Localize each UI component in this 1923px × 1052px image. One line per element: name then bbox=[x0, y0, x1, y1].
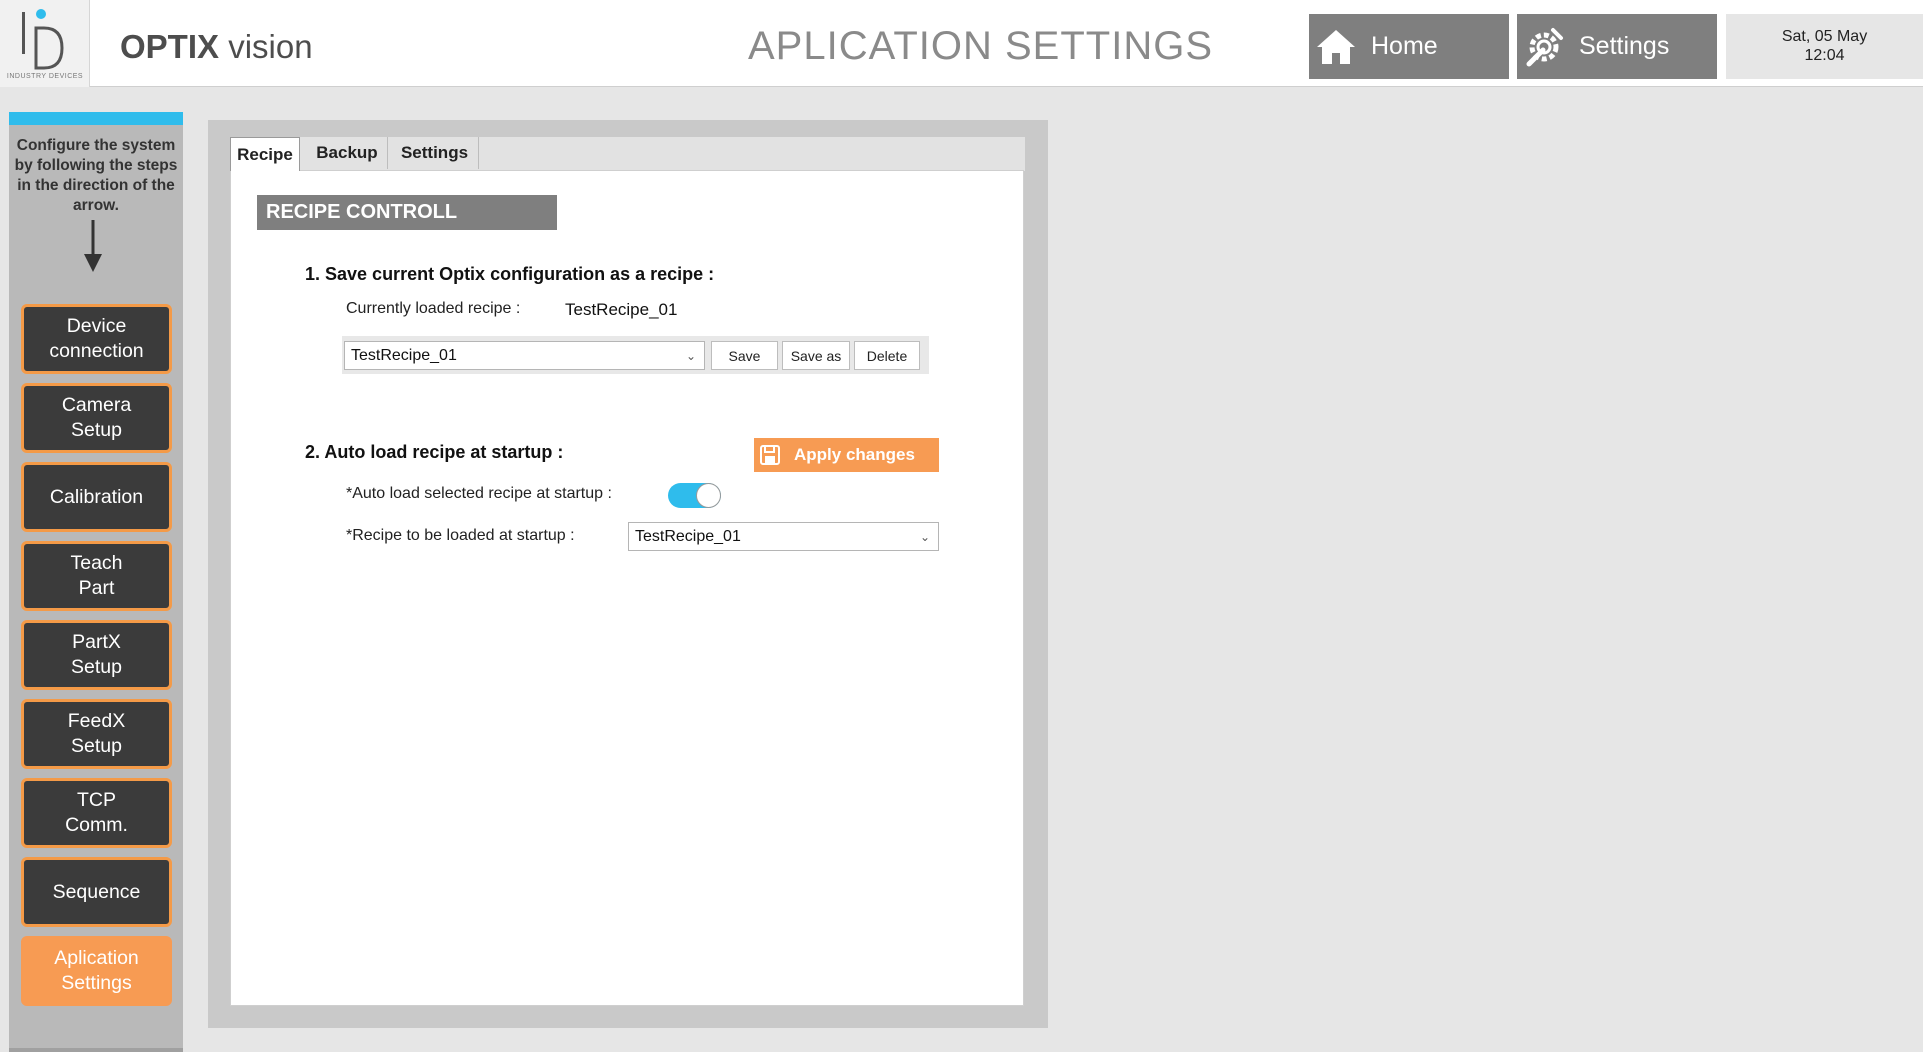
header: INDUSTRY DEVICES OPTIX vision APLICATION… bbox=[0, 0, 1923, 87]
loaded-recipe-value: TestRecipe_01 bbox=[565, 300, 678, 319]
gear-wrench-icon bbox=[1526, 27, 1563, 66]
chevron-down-icon: ⌄ bbox=[919, 529, 930, 544]
chevron-down-icon: ⌄ bbox=[685, 348, 696, 363]
save-button[interactable]: Save bbox=[711, 341, 778, 370]
tab-settings[interactable]: Settings bbox=[391, 137, 479, 169]
sidebar-item-device-connection[interactable]: Device connection bbox=[21, 304, 172, 374]
section-title: RECIPE CONTROLL bbox=[257, 195, 557, 230]
logo-company-text: INDUSTRY DEVICES bbox=[6, 73, 84, 80]
sidebar-item-calibration[interactable]: Calibration bbox=[21, 462, 172, 532]
sidebar-bottom-edge bbox=[9, 1048, 183, 1052]
sidebar-accent-bar bbox=[9, 112, 183, 125]
tab-backup[interactable]: Backup bbox=[307, 137, 388, 169]
sidebar-item-tcp-comm[interactable]: TCP Comm. bbox=[21, 778, 172, 848]
toggle-knob bbox=[696, 483, 721, 508]
startup-recipe-select[interactable]: TestRecipe_01 ⌄ bbox=[628, 522, 939, 551]
id-logo-icon bbox=[22, 9, 64, 70]
time-text: 12:04 bbox=[1804, 47, 1845, 64]
tab-content bbox=[230, 170, 1024, 1006]
step2-title: 2. Auto load recipe at startup : bbox=[305, 442, 564, 462]
save-as-button[interactable]: Save as bbox=[782, 341, 850, 370]
app-name: OPTIX vision bbox=[120, 28, 313, 66]
sidebar-item-partx-setup[interactable]: PartX Setup bbox=[21, 620, 172, 690]
autoload-toggle[interactable] bbox=[668, 483, 721, 508]
loaded-recipe-label: Currently loaded recipe : bbox=[346, 300, 521, 317]
apply-changes-label: Apply changes bbox=[794, 445, 915, 464]
settings-button[interactable]: Settings bbox=[1517, 14, 1717, 79]
recipe-select-value: TestRecipe_01 bbox=[351, 346, 457, 364]
floppy-disk-icon bbox=[760, 445, 780, 465]
settings-button-label: Settings bbox=[1579, 32, 1670, 60]
sidebar-item-sequence[interactable]: Sequence bbox=[21, 857, 172, 927]
home-button[interactable]: Home bbox=[1309, 14, 1509, 79]
app-name-bold: OPTIX bbox=[120, 28, 220, 65]
sidebar-hint: Configure the system by following the st… bbox=[14, 137, 178, 214]
step1-title: 1. Save current Optix configuration as a… bbox=[305, 264, 715, 284]
home-button-label: Home bbox=[1371, 32, 1438, 60]
recipe-select[interactable]: TestRecipe_01 ⌄ bbox=[344, 341, 705, 370]
sidebar-item-application-settings[interactable]: Aplication Settings bbox=[21, 936, 172, 1006]
date-text: Sat, 05 May bbox=[1781, 28, 1868, 45]
startup-recipe-label: *Recipe to be loaded at startup : bbox=[346, 527, 575, 544]
delete-button[interactable]: Delete bbox=[854, 341, 920, 370]
app-name-rest: vision bbox=[219, 28, 313, 65]
page-title: APLICATION SETTINGS bbox=[748, 24, 1213, 68]
datetime-display: Sat, 05 May 12:04 bbox=[1726, 14, 1923, 79]
tab-recipe[interactable]: Recipe bbox=[230, 137, 300, 171]
company-logo: INDUSTRY DEVICES bbox=[0, 0, 90, 87]
sidebar: Configure the system by following the st… bbox=[9, 112, 183, 1052]
arrow-down-icon bbox=[84, 220, 102, 272]
sidebar-item-camera-setup[interactable]: Camera Setup bbox=[21, 383, 172, 453]
home-icon bbox=[1317, 29, 1355, 64]
apply-changes-button[interactable]: Apply changes bbox=[754, 438, 939, 472]
sidebar-item-teach-part[interactable]: Teach Part bbox=[21, 541, 172, 611]
startup-recipe-value: TestRecipe_01 bbox=[635, 527, 741, 545]
sidebar-item-feedx-setup[interactable]: FeedX Setup bbox=[21, 699, 172, 769]
autoload-label: *Auto load selected recipe at startup : bbox=[346, 485, 612, 502]
